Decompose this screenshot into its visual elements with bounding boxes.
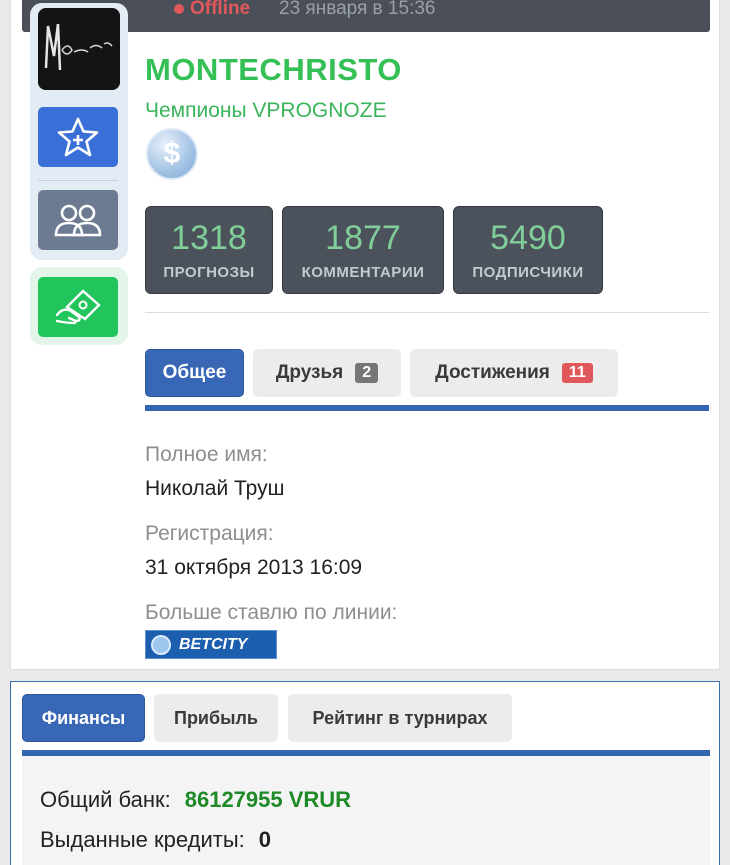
full-name-value: Николай Труш xyxy=(145,477,285,500)
coin-symbol: $ xyxy=(163,137,181,170)
dollar-coin-icon: $ xyxy=(146,128,198,180)
users-icon xyxy=(54,204,102,237)
stat-comments[interactable]: 1877 КОММЕНТАРИИ xyxy=(282,206,444,294)
tab-finance[interactable]: Финансы xyxy=(22,694,145,742)
credits-row: Выданные кредиты: 0 xyxy=(40,827,271,853)
achievements-count-badge: 11 xyxy=(561,363,593,383)
tab-achievements[interactable]: Достижения 11 xyxy=(410,349,618,397)
tab-label: Общее xyxy=(162,362,227,383)
stat-value: 5490 xyxy=(490,219,566,257)
divider xyxy=(145,312,709,313)
bookmaker-line-label: Больше ставлю по линии: xyxy=(145,601,398,624)
stat-forecasts[interactable]: 1318 ПРОГНОЗЫ xyxy=(145,206,273,294)
stat-subscribers[interactable]: 5490 ПОДПИСЧИКИ xyxy=(453,206,603,294)
credits-label: Выданные кредиты: xyxy=(40,827,245,852)
sidebar-divider xyxy=(38,180,118,181)
betcity-logo[interactable]: BETCITY xyxy=(145,630,277,659)
status-dot-icon xyxy=(174,4,184,14)
tab-label: Прибыль xyxy=(174,707,258,728)
tab-label: Финансы xyxy=(41,707,126,728)
registration-value: 31 октября 2013 16:09 xyxy=(145,556,363,579)
tab-profit[interactable]: Прибыль xyxy=(154,694,278,742)
star-plus-icon xyxy=(57,117,99,157)
bank-label: Общий банк: xyxy=(40,787,171,812)
betcity-logo-text: BETCITY xyxy=(179,635,248,653)
betcity-ball-icon xyxy=(151,634,171,655)
registration-label: Регистрация: xyxy=(145,522,274,545)
username: MONTECHRISTO xyxy=(145,52,402,87)
add-favorite-button[interactable] xyxy=(38,107,118,167)
tab-general[interactable]: Общее xyxy=(145,349,244,397)
stat-label: ПРОГНОЗЫ xyxy=(163,264,255,281)
bank-row: Общий банк: 86127955 VRUR xyxy=(40,787,351,813)
bank-value: 86127955 VRUR xyxy=(184,787,352,812)
tab-label: Достижения xyxy=(435,362,550,383)
credits-value: 0 xyxy=(258,827,272,852)
avatar[interactable] xyxy=(38,8,120,90)
tab-friends[interactable]: Друзья 2 xyxy=(253,349,401,397)
tabs-underline xyxy=(145,405,709,411)
stat-label: КОММЕНТАРИИ xyxy=(301,264,425,281)
stat-label: ПОДПИСЧИКИ xyxy=(472,264,584,281)
tab-tournament-rating[interactable]: Рейтинг в турнирах xyxy=(288,694,512,742)
tab-label: Рейтинг в турнирах xyxy=(312,707,488,728)
friends-count-badge: 2 xyxy=(355,363,379,383)
status-indicator: Offline xyxy=(174,0,250,20)
user-group: Чемпионы VPROGNOZE xyxy=(145,99,387,122)
stat-value: 1318 xyxy=(171,219,247,257)
tab-label: Друзья xyxy=(275,362,344,383)
donate-button[interactable] xyxy=(38,277,118,337)
status-text: Offline xyxy=(190,0,251,19)
last-seen-text: 23 января в 15:36 xyxy=(279,0,436,19)
donate-icon xyxy=(55,289,101,325)
stat-value: 1877 xyxy=(325,219,401,257)
full-name-label: Полное имя: xyxy=(145,443,268,466)
friends-button[interactable] xyxy=(38,190,118,250)
